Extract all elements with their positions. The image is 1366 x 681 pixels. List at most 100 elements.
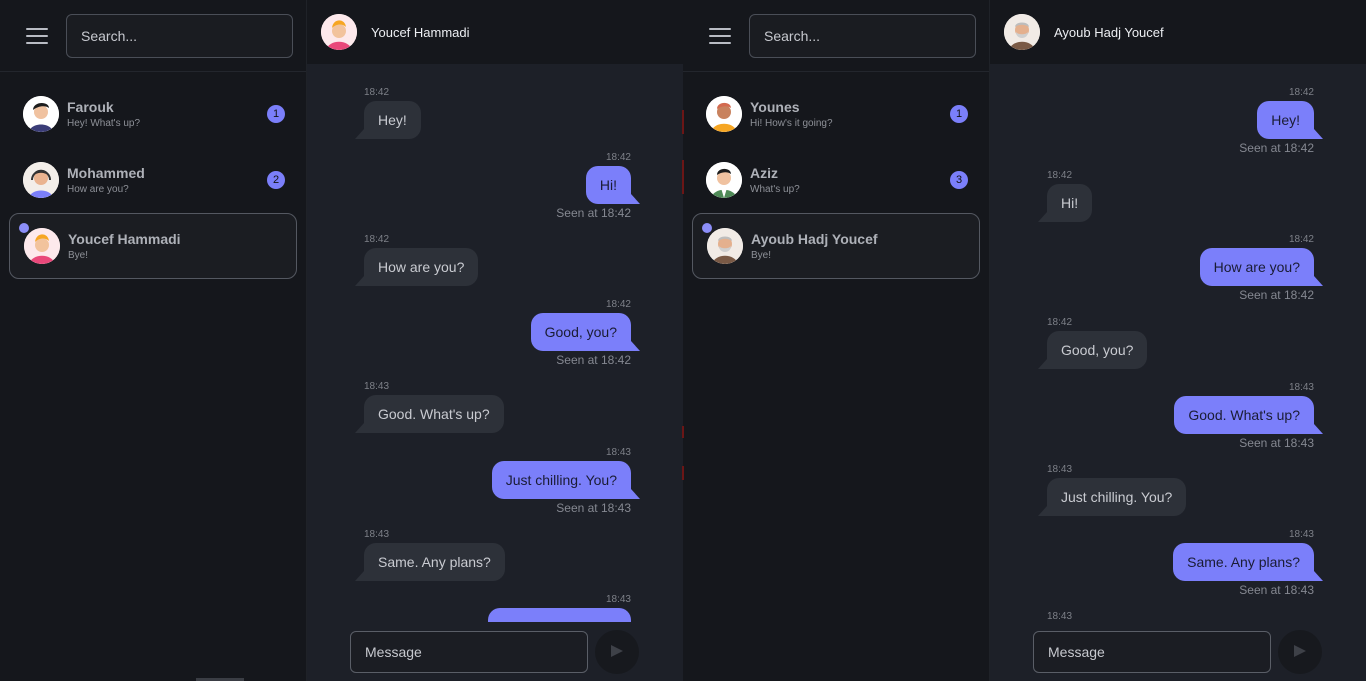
window-edge-marker — [682, 426, 684, 438]
avatar — [23, 162, 59, 198]
message-composer — [990, 622, 1366, 681]
message-bubble: Good, you? — [530, 313, 641, 351]
unread-badge: 3 — [950, 171, 968, 189]
message-bubble: Just chilling. You? — [491, 461, 641, 499]
message-time: 18:42 — [605, 299, 631, 310]
message-time: 18:42 — [1047, 317, 1073, 328]
conversation-name: Younes — [750, 99, 800, 115]
conversation-item[interactable]: Younes Hi! How's it going? 1 — [692, 81, 980, 147]
conversation-name: Aziz — [750, 165, 778, 181]
incoming-message: 18:43 Just chilling. You? — [1037, 464, 1187, 516]
conversation-name: Mohammed — [67, 165, 145, 181]
search-input[interactable] — [66, 14, 293, 58]
avatar — [23, 96, 59, 132]
contact-avatar[interactable] — [321, 14, 357, 50]
send-button[interactable] — [1278, 630, 1322, 674]
unread-badge: 1 — [267, 105, 285, 123]
message-time: 18:42 — [1047, 170, 1073, 181]
outgoing-message: 18:43 Nope, chilling too? — [487, 594, 631, 622]
conversation-preview: How are you? — [67, 184, 129, 195]
message-time: 18:43 — [1288, 529, 1314, 540]
sidebar: Farouk Hey! What's up? 1 Mohammed How ar… — [0, 0, 307, 681]
message-bubble: Good, you? — [1037, 331, 1148, 369]
conversation-name: Ayoub Hadj Youcef — [751, 231, 878, 247]
message-bubble: How are you? — [354, 248, 479, 286]
message-time: 18:43 — [605, 594, 631, 605]
unread-badge: 2 — [267, 171, 285, 189]
search-input[interactable] — [749, 14, 976, 58]
message-time: 18:42 — [605, 152, 631, 163]
message-time: 18:42 — [1288, 87, 1314, 98]
left-chat-app: Farouk Hey! What's up? 1 Mohammed How ar… — [0, 0, 683, 681]
message-input[interactable] — [1033, 631, 1271, 673]
incoming-message: 18:43 Good. What's up? — [355, 381, 504, 433]
send-button[interactable] — [595, 630, 639, 674]
send-icon — [611, 645, 623, 657]
chat-title: Youcef Hammadi — [371, 25, 470, 40]
message-bubble: How are you? — [1199, 248, 1324, 286]
seen-status: Seen at 18:42 — [1239, 288, 1314, 302]
conversation-name: Farouk — [67, 99, 114, 115]
message-time: 18:42 — [364, 234, 390, 245]
conversation-preview: Bye! — [68, 250, 89, 261]
send-icon — [1294, 645, 1306, 657]
message-time: 18:43 — [605, 447, 631, 458]
message-bubble: Same. Any plans? — [1173, 543, 1323, 581]
chat-header: Ayoub Hadj Youcef — [990, 0, 1366, 64]
conversation-preview: Bye! — [751, 250, 772, 261]
avatar — [24, 228, 60, 264]
seen-status: Seen at 18:42 — [556, 206, 631, 220]
conversation-item[interactable]: Mohammed How are you? 2 — [9, 147, 297, 213]
message-time: 18:43 — [364, 381, 390, 392]
chat-panel: Youcef Hammadi 18:42 Hey! 18:42 Hi! Seen… — [307, 0, 683, 681]
message-bubble: Nope, chilling too? — [487, 608, 631, 622]
message-input[interactable] — [350, 631, 588, 673]
conversation-list: Younes Hi! How's it going? 1 Aziz What's… — [683, 81, 989, 279]
message-bubble: Just chilling. You? — [1037, 478, 1187, 516]
sidebar: Younes Hi! How's it going? 1 Aziz What's… — [683, 0, 990, 681]
conversation-preview: What's up? — [750, 184, 800, 195]
conversation-preview: Hey! What's up? — [67, 118, 141, 129]
message-bubble: Hi! — [585, 166, 641, 204]
message-time: 18:42 — [1288, 234, 1314, 245]
message-time: 18:43 — [1047, 464, 1073, 475]
outgoing-message: 18:43 Same. Any plans? Seen at 18:43 — [1173, 529, 1323, 597]
conversation-name: Youcef Hammadi — [68, 231, 181, 247]
conversation-item[interactable]: Farouk Hey! What's up? 1 — [9, 81, 297, 147]
message-time: 18:43 — [1047, 611, 1073, 622]
hamburger-menu-icon[interactable] — [26, 28, 48, 44]
message-bubble: Good. What's up? — [355, 395, 504, 433]
outgoing-message: 18:42 How are you? Seen at 18:42 — [1199, 234, 1324, 302]
conversation-item[interactable]: Aziz What's up? 3 — [692, 147, 980, 213]
message-bubble: Hey! — [355, 101, 421, 139]
conversation-item-active[interactable]: Ayoub Hadj Youcef Bye! — [692, 213, 980, 279]
chat-panel: Ayoub Hadj Youcef 18:42 Hey! Seen at 18:… — [990, 0, 1366, 681]
outgoing-message: 18:43 Just chilling. You? Seen at 18:43 — [491, 447, 641, 515]
seen-status: Seen at 18:43 — [1239, 583, 1314, 597]
seen-status: Seen at 18:43 — [556, 501, 631, 515]
message-time: 18:43 — [364, 529, 390, 540]
window-edge-marker — [682, 110, 684, 134]
hamburger-menu-icon[interactable] — [709, 28, 731, 44]
seen-status: Seen at 18:43 — [1239, 436, 1314, 450]
avatar — [706, 162, 742, 198]
incoming-message: 18:42 Good, you? — [1037, 317, 1148, 369]
seen-status: Seen at 18:42 — [556, 353, 631, 367]
outgoing-message: 18:42 Hey! Seen at 18:42 — [1239, 87, 1323, 155]
message-bubble: Good. What's up? — [1174, 396, 1323, 434]
incoming-message: 18:43 Same. Any plans? — [355, 529, 505, 581]
online-indicator — [19, 223, 29, 233]
contact-avatar[interactable] — [1004, 14, 1040, 50]
message-time: 18:42 — [364, 87, 390, 98]
outgoing-message: 18:43 Good. What's up? Seen at 18:43 — [1174, 382, 1323, 450]
incoming-message: 18:42 How are you? — [354, 234, 479, 286]
conversation-item-active[interactable]: Youcef Hammadi Bye! — [9, 213, 297, 279]
outgoing-message: 18:42 Good, you? Seen at 18:42 — [530, 299, 641, 367]
message-bubble: Hey! — [1257, 101, 1323, 139]
online-indicator — [702, 223, 712, 233]
unread-badge: 1 — [950, 105, 968, 123]
outgoing-message: 18:42 Hi! Seen at 18:42 — [556, 152, 641, 220]
message-composer — [307, 622, 683, 681]
sidebar-header — [683, 0, 989, 72]
sidebar-header — [0, 0, 306, 72]
